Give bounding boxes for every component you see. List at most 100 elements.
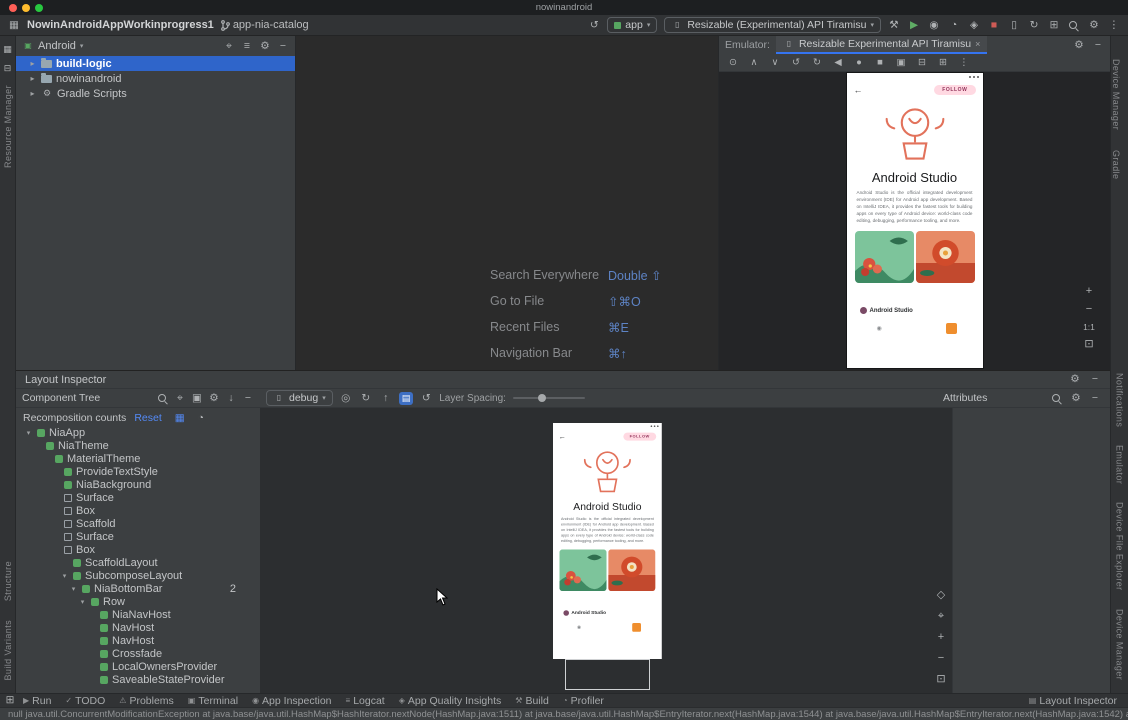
reset-link[interactable]: Reset — [134, 412, 161, 424]
grid-icon[interactable]: ▦ — [174, 413, 186, 424]
profiler-icon[interactable]: ◔ — [948, 20, 960, 31]
status-message[interactable]: null java.util.ConcurrentModificationExc… — [8, 709, 1128, 720]
zoom-out-icon[interactable]: − — [935, 653, 947, 664]
visibility-icon[interactable]: ◎ — [340, 393, 352, 404]
more-icon[interactable]: ⋮ — [1108, 20, 1120, 31]
run-icon[interactable]: ▶ — [908, 20, 920, 31]
minimize-icon[interactable]: − — [1092, 40, 1104, 51]
volume-down-icon[interactable]: ∨ — [769, 58, 781, 68]
component-providetextstyle[interactable]: ProvideTextStyle — [16, 465, 260, 478]
project-tree-item-gradle-scripts[interactable]: ▸⚙Gradle Scripts — [16, 86, 295, 101]
toolwindow-app-quality-insights[interactable]: ◈App Quality Insights — [392, 695, 509, 707]
device-manager-icon[interactable]: ▯ — [1008, 20, 1020, 31]
zoom-fit-icon[interactable]: ⊡ — [935, 674, 947, 685]
screenshot-icon[interactable]: ▣ — [895, 58, 907, 68]
device-select[interactable]: ▯ Resizable (Experimental) API Tiramisu … — [664, 17, 881, 33]
power-icon[interactable]: ⊙ — [727, 58, 739, 68]
toolwindow-problems[interactable]: ⚠Problems — [112, 695, 181, 707]
component-surface[interactable]: Surface — [16, 530, 260, 543]
collapse-icon[interactable]: − — [242, 393, 254, 404]
chevron-right-icon[interactable]: ▸ — [28, 59, 37, 68]
clock-icon[interactable]: ◔ — [195, 413, 207, 424]
vcs-branch-widget[interactable]: app-nia-catalog — [221, 19, 309, 31]
volume-up-icon[interactable]: ∧ — [748, 58, 760, 68]
chevron-right-icon[interactable]: ▸ — [28, 74, 37, 83]
stop-icon[interactable]: ■ — [988, 20, 1000, 31]
component-niabackground[interactable]: NiaBackground — [16, 478, 260, 491]
project-name[interactable]: NowinAndroidAppWorkinprogress1 — [27, 19, 214, 31]
minimize-icon[interactable]: − — [1089, 393, 1101, 404]
tool-window-stripe-resource-manager[interactable]: Resource Manager — [3, 85, 13, 168]
reload-icon[interactable]: ↺ — [420, 393, 432, 404]
toolwindow-profiler[interactable]: ◔Profiler — [556, 695, 611, 707]
minimize-window-button[interactable] — [22, 4, 30, 12]
zoom-out-icon[interactable]: − — [1083, 304, 1095, 315]
chevron-down-icon[interactable]: ▾ — [69, 585, 78, 593]
locate-icon[interactable]: ⌖ — [223, 41, 235, 52]
target-icon[interactable]: ⌖ — [174, 393, 186, 404]
emulator-screen[interactable]: ← FOLLOW — [847, 73, 983, 368]
component-box[interactable]: Box — [16, 504, 260, 517]
camera-icon[interactable]: ▣ — [191, 393, 203, 404]
rollback-icon[interactable]: ↺ — [588, 20, 600, 31]
fold-icon[interactable]: ⊟ — [916, 58, 928, 68]
project-tree-item-build-logic[interactable]: ▸build-logic — [16, 56, 295, 71]
device-render-screen[interactable]: ← FOLLOW — [553, 423, 662, 659]
refresh-icon[interactable]: ↻ — [360, 393, 372, 404]
tool-window-stripe-emulator[interactable]: Emulator — [1115, 445, 1125, 484]
sdk-icon[interactable]: ⊞ — [1048, 20, 1060, 31]
inspector-canvas[interactable]: ← FOLLOW — [260, 408, 952, 693]
settings-icon[interactable]: ⚙ — [1070, 393, 1082, 404]
component-row[interactable]: ▾Row — [16, 595, 260, 608]
close-window-button[interactable] — [9, 4, 17, 12]
settings-icon[interactable]: ⚙ — [1069, 374, 1081, 385]
minimize-icon[interactable]: − — [1089, 374, 1101, 385]
chevron-down-icon[interactable]: ▾ — [60, 572, 69, 580]
search-icon[interactable] — [1068, 20, 1080, 31]
settings-icon[interactable]: ⚙ — [208, 393, 220, 404]
project-tree-item-nowinandroid[interactable]: ▸nowinandroid — [16, 71, 295, 86]
zoom-in-icon[interactable]: + — [935, 632, 947, 643]
device-render[interactable]: ← FOLLOW — [553, 423, 662, 659]
slider-knob[interactable] — [538, 394, 546, 402]
settings-icon[interactable]: ⚙ — [1088, 20, 1100, 31]
project-view-selector[interactable]: Android — [38, 40, 76, 52]
component-subcomposelayout[interactable]: ▾SubcomposeLayout — [16, 569, 260, 582]
search-icon[interactable] — [1051, 393, 1063, 404]
zoom-window-button[interactable] — [35, 4, 43, 12]
tool-window-stripe-device-manager[interactable]: Device Manager — [1115, 609, 1125, 680]
tool-window-stripe-structure[interactable]: Structure — [3, 561, 13, 601]
component-localownersprovider[interactable]: LocalOwnersProvider — [16, 660, 260, 673]
toolwindow-todo[interactable]: ✓TODO — [58, 695, 112, 707]
component-niatheme[interactable]: NiaTheme — [16, 439, 260, 452]
build-icon[interactable]: ⚒ — [888, 20, 900, 31]
run-configuration-select[interactable]: app ▾ — [607, 17, 657, 33]
component-navhost[interactable]: NavHost — [16, 621, 260, 634]
window-controls[interactable] — [9, 4, 43, 12]
toolwindow-run[interactable]: ▶Run — [16, 695, 58, 707]
toolwindow-layout-inspector[interactable]: ▤Layout Inspector — [1022, 695, 1124, 707]
chevron-right-icon[interactable]: ▸ — [28, 89, 37, 98]
component-materialtheme[interactable]: MaterialTheme — [16, 452, 260, 465]
toolwindow-app-inspection[interactable]: ◉App Inspection — [245, 695, 338, 707]
tool-window-stripe-device-file-explorer[interactable]: Device File Explorer — [1115, 502, 1125, 591]
toolwindow-logcat[interactable]: ≡Logcat — [339, 695, 392, 707]
component-saveablestateprovider[interactable]: SaveableStateProvider — [16, 673, 260, 686]
collapse-all-icon[interactable]: ≡ — [241, 41, 253, 52]
tool-window-stripe-device-manager[interactable]: Device Manager — [1111, 59, 1121, 130]
rotate-right-icon[interactable]: ↻ — [811, 58, 823, 68]
zoom-in-icon[interactable]: + — [1083, 286, 1095, 297]
snapshot-icon[interactable]: ⊞ — [937, 58, 949, 68]
tool-window-stripe-gradle[interactable]: Gradle — [1111, 150, 1121, 179]
tool-window-stripe-notifications[interactable]: Notifications — [1115, 373, 1125, 427]
emulator-tab[interactable]: ▯ Resizable Experimental API Tiramisu × — [776, 36, 987, 54]
home-icon[interactable]: ● — [853, 58, 865, 68]
download-icon[interactable]: ↓ — [225, 393, 237, 404]
window-menu-icon[interactable]: ▦ — [8, 20, 20, 31]
sync-icon[interactable]: ↻ — [1028, 20, 1040, 31]
app-inspection-icon[interactable]: ◈ — [968, 20, 980, 31]
settings-icon[interactable]: ⚙ — [259, 41, 271, 52]
debug-icon[interactable]: ◉ — [928, 20, 940, 31]
toolwindow-build[interactable]: ⚒Build — [508, 695, 556, 707]
mode-3d-icon[interactable]: ◇ — [935, 590, 947, 601]
